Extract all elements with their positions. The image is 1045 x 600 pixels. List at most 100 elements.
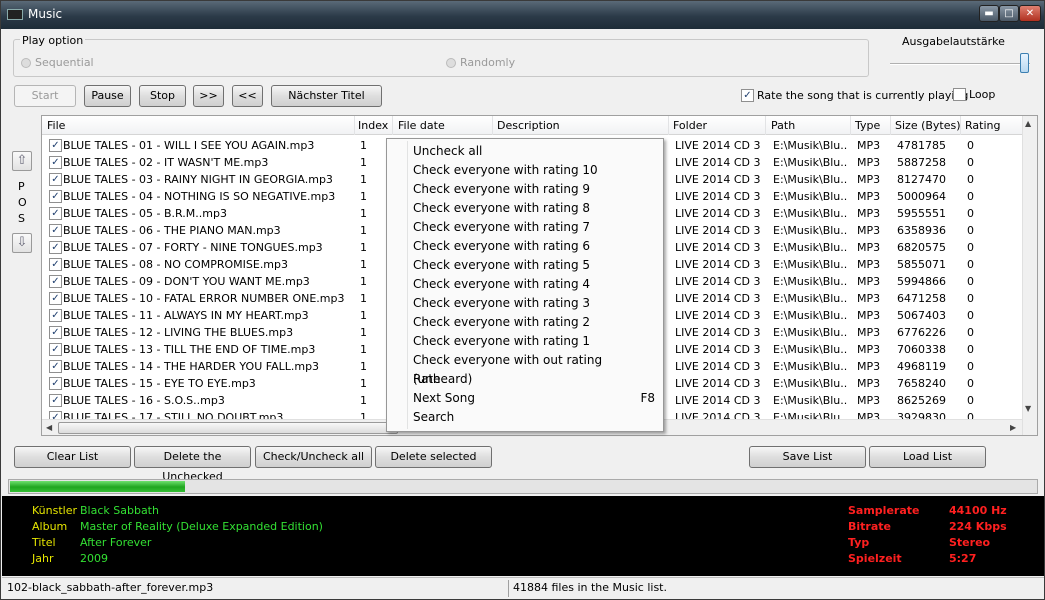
- clear-list-button[interactable]: Clear List: [14, 446, 131, 468]
- menu-item[interactable]: Rate: [413, 370, 658, 389]
- volume-slider-track[interactable]: [890, 63, 1030, 65]
- column-folder[interactable]: Folder: [673, 119, 707, 132]
- row-checkbox[interactable]: ✓: [49, 173, 62, 186]
- row-checkbox[interactable]: ✓: [49, 139, 62, 152]
- column-path[interactable]: Path: [771, 119, 795, 132]
- cell-size: 6820575: [897, 241, 946, 254]
- column-file[interactable]: File: [47, 119, 65, 132]
- menu-item[interactable]: Check everyone with rating 1: [413, 332, 658, 351]
- pause-button[interactable]: Pause: [84, 85, 131, 107]
- volume-slider-thumb[interactable]: [1020, 53, 1029, 73]
- menu-item[interactable]: Check everyone with rating 4: [413, 275, 658, 294]
- cell-path: E:\Musik\Blu...: [773, 275, 848, 288]
- delete-selected-button[interactable]: Delete selected: [375, 446, 492, 468]
- menu-item-label: Check everyone with rating 7: [413, 220, 591, 234]
- save-list-button[interactable]: Save List: [749, 446, 866, 468]
- row-checkbox[interactable]: ✓: [49, 190, 62, 203]
- playback-progress-bar[interactable]: [8, 479, 1038, 494]
- menu-item[interactable]: Check everyone with rating 2: [413, 313, 658, 332]
- cell-index: 1: [360, 139, 367, 152]
- start-button[interactable]: Start: [14, 85, 76, 107]
- column-index[interactable]: Index: [358, 119, 388, 132]
- cell-size: 8625269: [897, 394, 946, 407]
- cell-file: BLUE TALES - 12 - LIVING THE BLUES.mp3: [63, 326, 294, 339]
- column-size[interactable]: Size (Bytes): [895, 119, 961, 132]
- row-checkbox[interactable]: ✓: [49, 292, 62, 305]
- scroll-down-icon[interactable]: ▼: [1025, 404, 1031, 413]
- forward-button[interactable]: >>: [193, 85, 224, 107]
- minimize-button[interactable]: ▬: [979, 5, 999, 22]
- check-uncheck-all-button[interactable]: Check/Uncheck all: [255, 446, 372, 468]
- stop-button[interactable]: Stop: [139, 85, 186, 107]
- rate-playing-checkbox[interactable]: ✓ Rate the song that is currently playin…: [741, 89, 968, 102]
- horizontal-scroll-thumb[interactable]: [58, 422, 398, 434]
- album-value: Master of Reality (Deluxe Expanded Editi…: [80, 520, 323, 533]
- delete-unchecked-button[interactable]: Delete the Unchecked: [134, 446, 251, 483]
- menu-item[interactable]: Next Song F8: [413, 389, 658, 408]
- menu-item[interactable]: Uncheck all: [413, 142, 658, 161]
- cell-type: MP3: [857, 326, 881, 339]
- cell-rating: 0: [967, 292, 974, 305]
- title-bar[interactable]: Music ▬ □ ✕: [1, 1, 1044, 29]
- cell-size: 5955551: [897, 207, 946, 220]
- menu-item[interactable]: Check everyone with rating 7: [413, 218, 658, 237]
- title-value: After Forever: [80, 536, 152, 549]
- cell-size: 4781785: [897, 139, 946, 152]
- close-button[interactable]: ✕: [1019, 5, 1041, 22]
- menu-item[interactable]: Check everyone with rating 10: [413, 161, 658, 180]
- cell-index: 1: [360, 360, 367, 373]
- scroll-left-icon[interactable]: ◀: [46, 423, 52, 432]
- scroll-right-icon[interactable]: ▶: [1010, 423, 1016, 432]
- cell-type: MP3: [857, 309, 881, 322]
- menu-item[interactable]: Check everyone with rating 3: [413, 294, 658, 313]
- menu-item[interactable]: Check everyone with rating 9: [413, 180, 658, 199]
- row-checkbox[interactable]: ✓: [49, 207, 62, 220]
- row-checkbox[interactable]: ✓: [49, 224, 62, 237]
- pos-letter-s: S: [18, 212, 25, 225]
- cell-rating: 0: [967, 309, 974, 322]
- menu-item[interactable]: Check everyone with rating 6: [413, 237, 658, 256]
- cell-type: MP3: [857, 292, 881, 305]
- list-vertical-scrollbar[interactable]: ▲ ▼: [1022, 116, 1037, 435]
- cell-file: BLUE TALES - 16 - S.O.S..mp3: [63, 394, 225, 407]
- row-checkbox[interactable]: ✓: [49, 275, 62, 288]
- cell-index: 1: [360, 207, 367, 220]
- row-checkbox[interactable]: ✓: [49, 156, 62, 169]
- row-checkbox[interactable]: ✓: [49, 326, 62, 339]
- loop-checkbox[interactable]: Loop: [953, 88, 995, 101]
- menu-item-label: Check everyone with rating 10: [413, 163, 598, 177]
- column-type[interactable]: Type: [855, 119, 880, 132]
- menu-item[interactable]: Search: [413, 408, 658, 427]
- randomly-radio[interactable]: Randomly: [446, 56, 515, 69]
- column-file-date[interactable]: File date: [398, 119, 445, 132]
- row-checkbox[interactable]: ✓: [49, 394, 62, 407]
- app-icon: [7, 9, 23, 20]
- menu-item[interactable]: Check everyone with rating 5: [413, 256, 658, 275]
- column-description[interactable]: Description: [497, 119, 560, 132]
- cell-folder: LIVE 2014 CD 3: [675, 207, 761, 220]
- move-down-button[interactable]: ⇩: [12, 233, 32, 253]
- sequential-radio[interactable]: Sequential: [21, 56, 94, 69]
- move-up-button[interactable]: ⇧: [12, 151, 32, 171]
- row-checkbox[interactable]: ✓: [49, 309, 62, 322]
- next-title-button[interactable]: Nächster Titel: [271, 85, 382, 107]
- row-checkbox[interactable]: ✓: [49, 241, 62, 254]
- menu-item[interactable]: Check everyone with rating 8: [413, 199, 658, 218]
- menu-item-label: Search: [413, 410, 455, 424]
- cell-folder: LIVE 2014 CD 3: [675, 377, 761, 390]
- row-checkbox[interactable]: ✓: [49, 258, 62, 271]
- back-button[interactable]: <<: [232, 85, 263, 107]
- cell-type: MP3: [857, 275, 881, 288]
- samplerate-value: 44100 Hz: [949, 504, 1007, 517]
- sequential-label: Sequential: [35, 56, 94, 69]
- menu-item[interactable]: Check everyone with out rating (unheard): [413, 351, 658, 386]
- load-list-button[interactable]: Load List: [869, 446, 986, 468]
- cell-folder: LIVE 2014 CD 3: [675, 326, 761, 339]
- maximize-button[interactable]: □: [999, 5, 1019, 22]
- row-checkbox[interactable]: ✓: [49, 377, 62, 390]
- scroll-up-icon[interactable]: ▲: [1025, 119, 1031, 128]
- row-checkbox[interactable]: ✓: [49, 343, 62, 356]
- column-rating[interactable]: Rating: [965, 119, 1000, 132]
- row-checkbox[interactable]: ✓: [49, 360, 62, 373]
- cell-file: BLUE TALES - 14 - THE HARDER YOU FALL.mp…: [63, 360, 320, 373]
